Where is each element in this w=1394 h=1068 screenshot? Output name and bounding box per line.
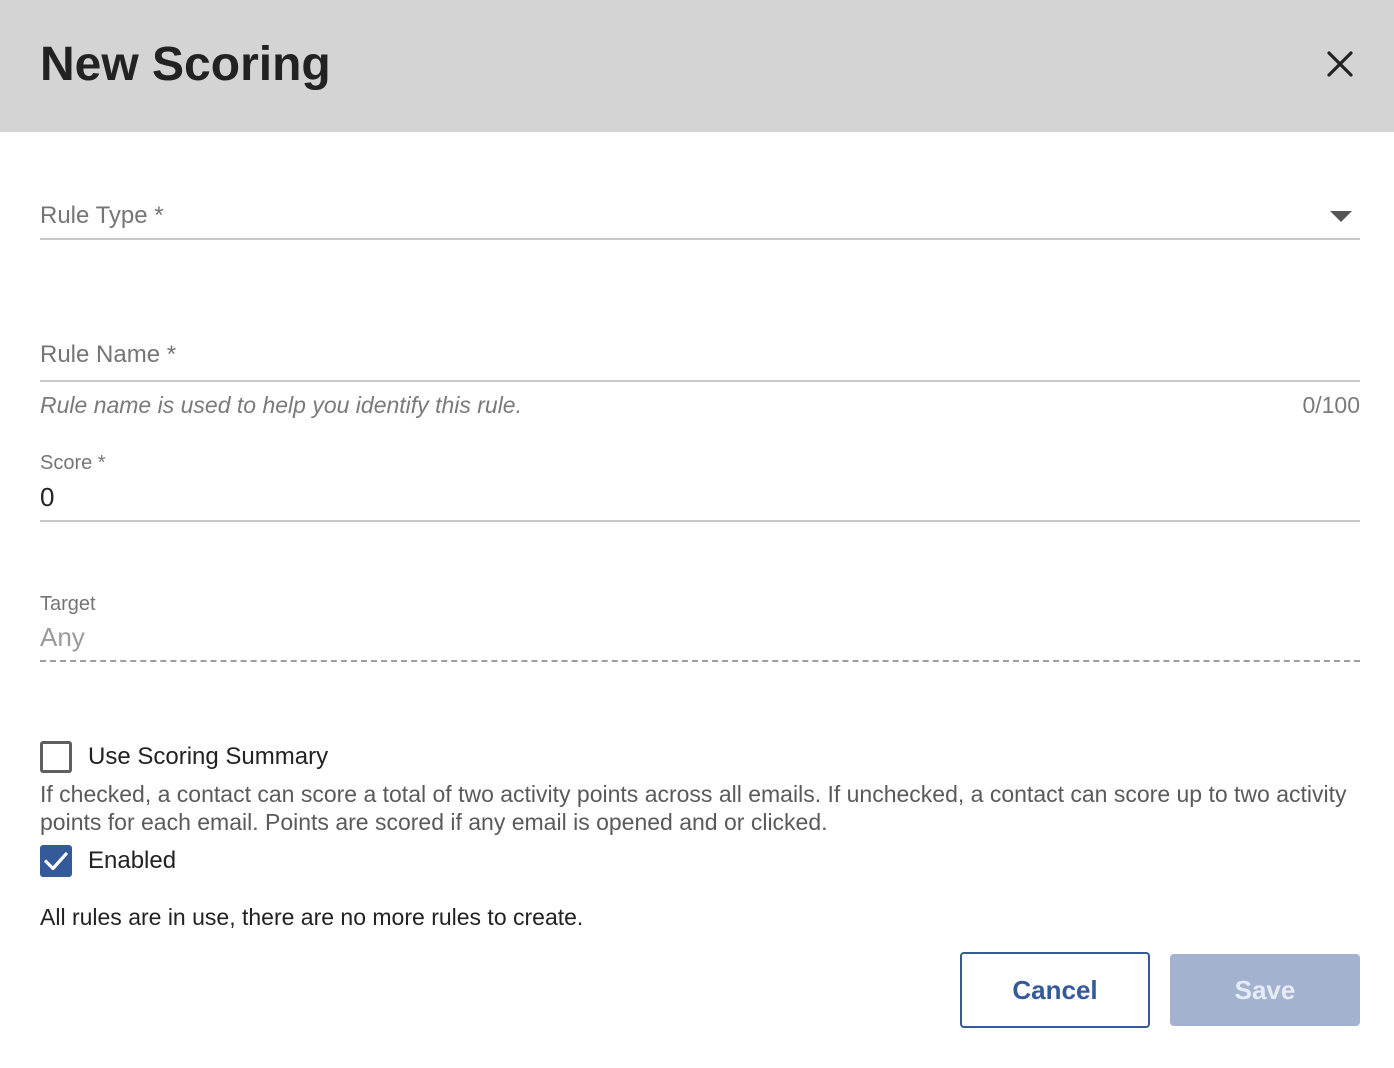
target-underline <box>40 660 1360 662</box>
target-label: Target <box>40 593 96 615</box>
use-scoring-summary-label[interactable]: Use Scoring Summary <box>88 742 328 772</box>
score-label: Score * <box>40 452 106 474</box>
cancel-button[interactable]: Cancel <box>960 952 1150 1028</box>
use-scoring-summary-checkbox[interactable] <box>40 741 72 773</box>
target-value: Any <box>40 622 85 652</box>
save-button[interactable]: Save <box>1170 954 1360 1026</box>
new-scoring-dialog: New Scoring Rule Type * Rule Name * Rule… <box>0 0 1394 1068</box>
rule-name-underline <box>40 380 1360 382</box>
enabled-label[interactable]: Enabled <box>88 846 176 876</box>
close-icon[interactable] <box>1318 42 1362 86</box>
rules-notice: All rules are in use, there are no more … <box>40 904 584 930</box>
rule-name-label: Rule Name * <box>40 341 177 368</box>
dialog-header: New Scoring <box>0 0 1394 132</box>
rule-type-label: Rule Type * <box>40 202 164 229</box>
rule-name-counter: 0/100 <box>1302 392 1360 418</box>
score-value[interactable]: 0 <box>40 481 54 513</box>
enabled-checkbox[interactable] <box>40 845 72 877</box>
dialog-title: New Scoring <box>40 38 331 91</box>
dropdown-arrow-icon[interactable] <box>1330 211 1352 222</box>
score-underline <box>40 520 1360 522</box>
rule-name-hint: Rule name is used to help you identify t… <box>40 392 522 418</box>
use-scoring-summary-description: If checked, a contact can score a total … <box>40 781 1347 835</box>
checkmark-icon <box>44 852 68 871</box>
rule-type-underline <box>40 238 1360 240</box>
